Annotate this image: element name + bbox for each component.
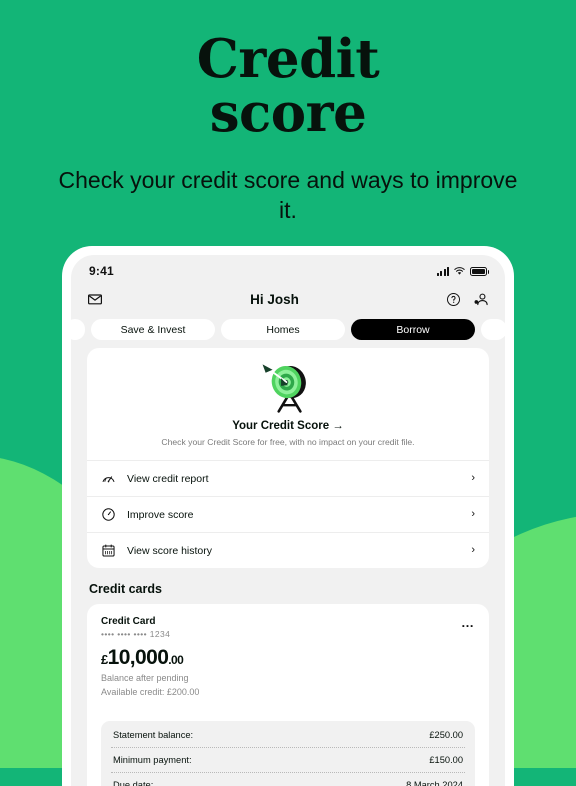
statement-value: 8 March 2024 [406, 780, 463, 786]
balance-minor: .00 [168, 653, 184, 668]
chevron-right-icon: › [471, 544, 475, 557]
credit-score-card: Your Credit Score → Check your Credit Sc… [87, 348, 489, 569]
credit-card-balance: £10,000.00 [101, 647, 475, 668]
dartboard-target-icon [103, 360, 473, 418]
tab-bar[interactable]: Save & Invest Homes Borrow [71, 315, 505, 348]
statement-label: Due date: [113, 780, 154, 786]
hero-section: Credit score Check your credit score and… [0, 0, 576, 225]
row-label: Improve score [127, 508, 194, 521]
statement-row: Due date: 8 March 2024 [111, 773, 465, 786]
page-subtitle: Check your credit score and ways to impr… [58, 167, 518, 223]
statement-row: Minimum payment: £150.00 [111, 748, 465, 774]
status-time: 9:41 [89, 264, 114, 278]
app-header: Hi Josh [71, 283, 505, 315]
screen-content: Your Credit Score → Check your Credit Sc… [71, 348, 505, 786]
tab-partial-left[interactable] [71, 319, 85, 340]
row-improve-score[interactable]: Improve score › [87, 496, 489, 532]
credit-card-summary: Credit Card •••• •••• •••• 1234 … £10,00… [87, 604, 489, 711]
page-title-line-1: Credit [196, 28, 380, 90]
app-title: Hi Josh [250, 291, 299, 307]
credit-card-identity: Credit Card •••• •••• •••• 1234 [101, 616, 170, 639]
score-dial-icon [102, 508, 115, 521]
speedometer-icon [102, 476, 115, 483]
battery-icon [470, 266, 489, 276]
credit-score-description: Check your Credit Score for free, with n… [161, 437, 415, 447]
phone-screen: 9:41 Hi Josh Save & Invest Homes Borrow … [71, 255, 505, 786]
tab-homes[interactable]: Homes [221, 319, 345, 340]
mail-icon[interactable] [87, 291, 103, 307]
row-label: View score history [127, 544, 213, 557]
statement-value: £150.00 [429, 755, 463, 766]
credit-score-card-header[interactable]: Your Credit Score → Check your Credit Sc… [87, 348, 489, 460]
balance-major: 10,000 [107, 646, 169, 670]
credit-card-meta: Balance after pending Available credit: … [101, 672, 475, 699]
credit-card-masked-number: •••• •••• •••• 1234 [101, 629, 171, 640]
row-label: View credit report [127, 472, 209, 485]
more-options-icon[interactable]: … [461, 616, 475, 629]
available-credit: Available credit: £200.00 [101, 686, 200, 697]
statement-label: Statement balance: [113, 730, 194, 741]
calendar-icon [102, 544, 115, 557]
row-view-credit-report[interactable]: View credit report › [87, 460, 489, 496]
credit-cards-heading: Credit cards [89, 582, 162, 597]
phone-mockup: 9:41 Hi Josh Save & Invest Homes Borrow … [62, 246, 514, 786]
balance-caption: Balance after pending [101, 673, 189, 684]
chevron-right-icon: › [471, 472, 475, 485]
cellular-signal-icon [436, 266, 449, 276]
help-circle-icon[interactable] [446, 292, 461, 307]
tab-save-and-invest[interactable]: Save & Invest [91, 319, 215, 340]
credit-card-item[interactable]: Credit Card •••• •••• •••• 1234 … £10,00… [87, 604, 489, 786]
status-bar: 9:41 [71, 255, 505, 283]
chevron-right-icon: › [471, 508, 475, 521]
credit-card-name: Credit Card [101, 616, 156, 628]
currency-symbol: £ [101, 652, 108, 668]
page-title: Credit score [0, 32, 576, 140]
profile-settings-icon[interactable] [473, 292, 489, 307]
wifi-icon [454, 266, 465, 275]
credit-card-header: Credit Card •••• •••• •••• 1234 … [101, 616, 475, 639]
statement-label: Minimum payment: [113, 755, 192, 766]
statement-details: Statement balance: £250.00 Minimum payme… [101, 721, 475, 786]
tab-partial-right[interactable] [481, 319, 505, 340]
app-header-actions [446, 292, 489, 307]
credit-score-title: Your Credit Score → [232, 420, 344, 432]
page-title-line-2: score [209, 82, 367, 145]
statement-value: £250.00 [429, 730, 463, 741]
statement-row: Statement balance: £250.00 [111, 723, 465, 749]
tab-borrow[interactable]: Borrow [351, 319, 475, 340]
status-icons [436, 266, 489, 276]
row-view-score-history[interactable]: View score history › [87, 532, 489, 568]
